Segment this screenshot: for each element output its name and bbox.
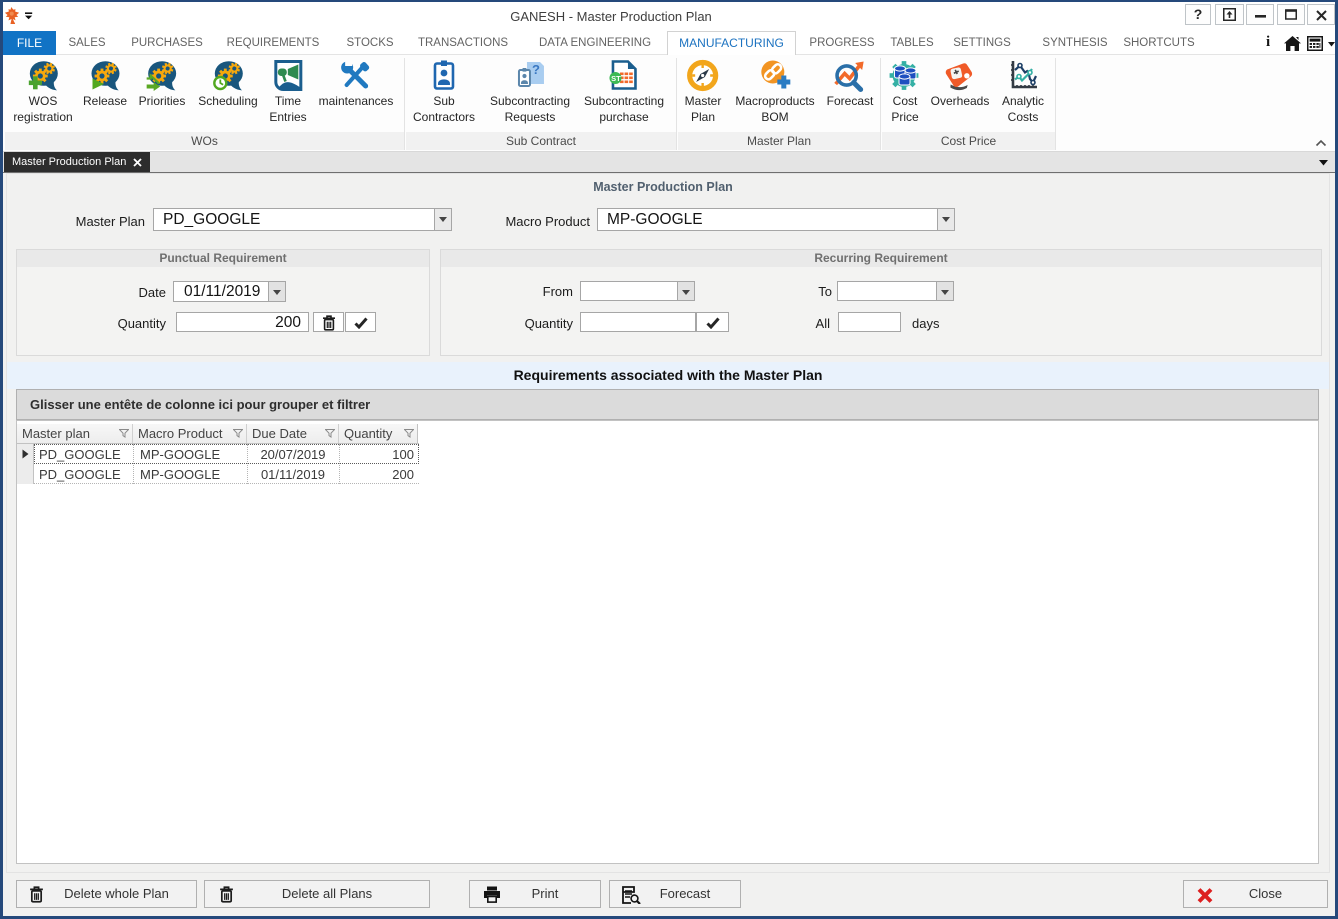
svg-text:?: ? [532, 62, 540, 77]
svg-text:ST: ST [611, 74, 621, 83]
